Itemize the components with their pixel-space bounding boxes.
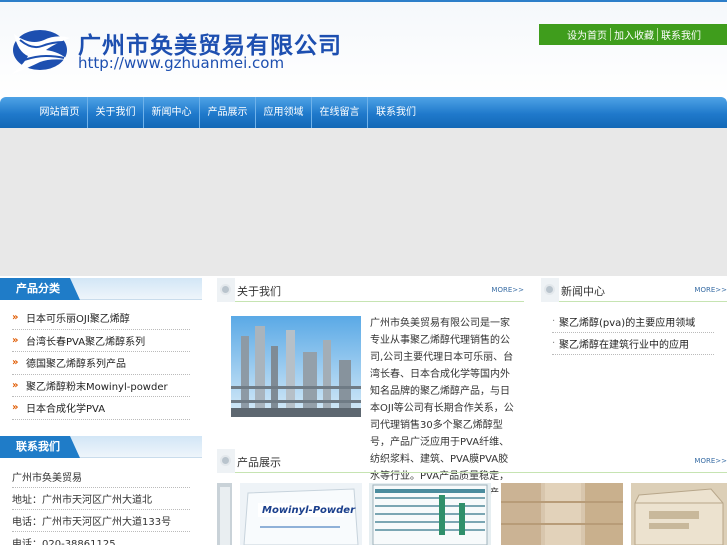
product-thumbnail[interactable] (501, 483, 623, 545)
news-item[interactable]: · 聚乙烯醇(pva)的主要应用领域 (552, 311, 714, 333)
category-item[interactable]: » 德国聚乙烯醇系列产品 (12, 352, 190, 375)
double-arrow-icon: » (12, 402, 19, 414)
product-thumbnail[interactable] (369, 483, 491, 545)
factory-image (231, 316, 361, 417)
company-url: http://www.gzhuanmei.com (78, 54, 285, 72)
about-title: 关于我们 (237, 285, 281, 298)
product-gallery: Mowinyl-Powder (217, 483, 727, 545)
bullet-icon (220, 455, 231, 466)
product-categories-title: 产品分类 (0, 278, 80, 300)
category-item[interactable]: » 台湾长春PVA聚乙烯醇系列 (12, 330, 190, 352)
products-title: 产品展示 (237, 456, 281, 469)
logo-icon[interactable] (10, 20, 72, 76)
banner-area (0, 128, 727, 276)
category-label: 台湾长春PVA聚乙烯醇系列 (26, 336, 146, 348)
bullet-icon (220, 284, 231, 295)
product-category-list: » 日本可乐丽OJI聚乙烯醇 » 台湾长春PVA聚乙烯醇系列 » 德国聚乙烯醇系列产品… (12, 307, 190, 420)
contact-line: 广州市奂美贸易 (12, 466, 190, 488)
nav-item-news[interactable]: 新闻中心 (144, 97, 200, 128)
bullet-icon: · (552, 338, 556, 349)
product-categories-header: 产品分类 (0, 278, 202, 300)
products-section-header: 产品展示 MORE>> (217, 449, 727, 473)
set-homepage-link[interactable]: 设为首页 (564, 27, 610, 42)
add-favorite-link[interactable]: 加入收藏 (611, 27, 657, 42)
contact-header: 联系我们 (0, 436, 202, 458)
product-thumbnail[interactable] (217, 483, 232, 545)
nav-item-contact[interactable]: 联系我们 (368, 97, 424, 128)
category-item[interactable]: » 日本合成化学PVA (12, 397, 190, 420)
nav-item-about[interactable]: 关于我们 (88, 97, 144, 128)
contact-info: 广州市奂美贸易 地址：广州市天河区广州大道北 电话：广州市天河区广州大道133号… (12, 466, 190, 545)
category-label: 聚乙烯醇粉末Mowinyl-powder (26, 381, 168, 393)
nav-item-products[interactable]: 产品展示 (200, 97, 256, 128)
bullet-icon: · (552, 316, 556, 327)
bullet-icon (544, 284, 555, 295)
contact-title: 联系我们 (0, 436, 80, 458)
header: 广州市奂美贸易有限公司 http://www.gzhuanmei.com 设为首… (0, 2, 727, 97)
about-section-header: 关于我们 MORE>> (217, 278, 524, 302)
nav-item-applications[interactable]: 应用领域 (256, 97, 312, 128)
double-arrow-icon: » (12, 379, 19, 391)
news-item-label: 聚乙烯醇在建筑行业中的应用 (559, 340, 689, 351)
double-arrow-icon: » (12, 334, 19, 346)
product-thumbnail[interactable]: Mowinyl-Powder (240, 483, 362, 545)
category-label: 日本合成化学PVA (26, 404, 106, 416)
news-section-header: 新闻中心 MORE>> (541, 278, 727, 302)
news-list: · 聚乙烯醇(pva)的主要应用领域 · 聚乙烯醇在建筑行业中的应用 (552, 311, 714, 355)
nav-item-home[interactable]: 网站首页 (32, 97, 88, 128)
about-more-link[interactable]: MORE>> (491, 286, 524, 294)
category-label: 日本可乐丽OJI聚乙烯醇 (26, 314, 130, 326)
news-title: 新闻中心 (561, 285, 605, 298)
main-nav: 网站首页 关于我们 新闻中心 产品展示 应用领域 在线留言 联系我们 (0, 97, 727, 128)
category-item[interactable]: » 聚乙烯醇粉末Mowinyl-powder (12, 375, 190, 397)
double-arrow-icon: » (12, 357, 19, 369)
bag-label: Mowinyl-Powder (262, 505, 356, 516)
double-arrow-icon: » (12, 312, 19, 324)
category-label: 德国聚乙烯醇系列产品 (26, 359, 126, 371)
news-more-link[interactable]: MORE>> (694, 286, 727, 294)
quick-links: 设为首页 加入收藏 联系我们 (539, 24, 727, 45)
contact-us-link[interactable]: 联系我们 (658, 27, 704, 42)
nav-item-message[interactable]: 在线留言 (312, 97, 368, 128)
product-thumbnail[interactable] (631, 483, 727, 545)
contact-line: 电话：020-38861125 (12, 532, 190, 545)
products-more-link[interactable]: MORE>> (694, 457, 727, 465)
news-item[interactable]: · 聚乙烯醇在建筑行业中的应用 (552, 333, 714, 355)
contact-line: 电话：广州市天河区广州大道133号 (12, 510, 190, 532)
page: 广州市奂美贸易有限公司 http://www.gzhuanmei.com 设为首… (0, 0, 727, 545)
category-item[interactable]: » 日本可乐丽OJI聚乙烯醇 (12, 307, 190, 330)
news-item-label: 聚乙烯醇(pva)的主要应用领域 (559, 318, 696, 329)
contact-line: 地址：广州市天河区广州大道北 (12, 488, 190, 510)
